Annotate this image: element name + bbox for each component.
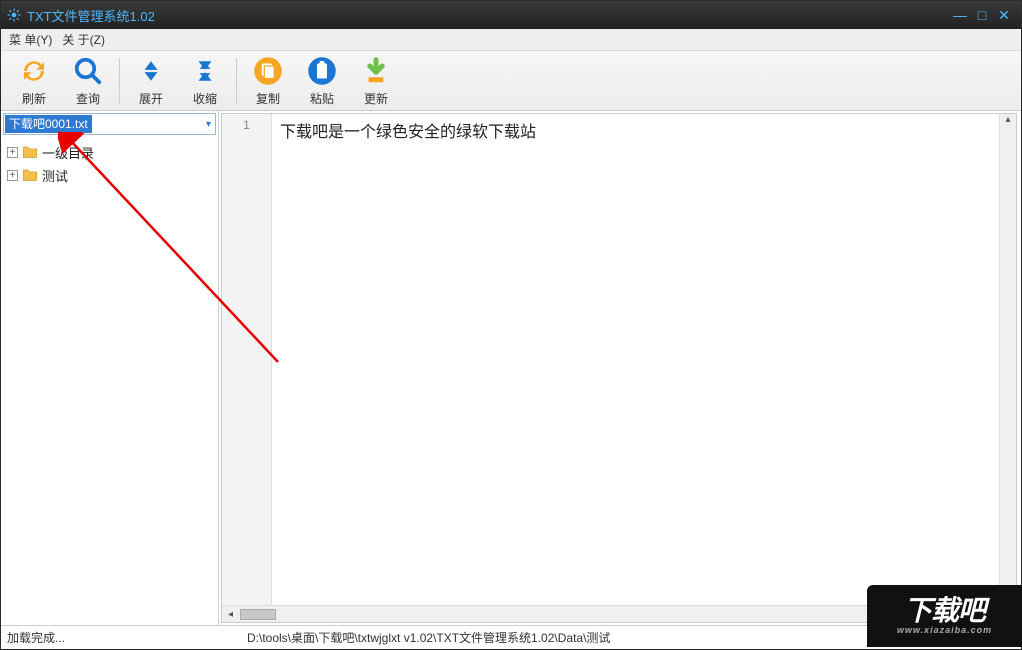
update-label: 更新 [364,90,388,107]
text-editor[interactable]: 1 下载吧是一个绿色安全的绿软下载站 ▴ ▾ ◂ [221,113,1017,623]
toolbar-separator [119,58,120,104]
app-window: TXT文件管理系统1.02 — □ ✕ 菜 单(Y) 关 于(Z) 刷新 查询 [0,0,1022,650]
file-combo[interactable]: 下载吧0001.txt ▾ [3,113,216,135]
toolbar-separator [236,58,237,104]
status-path: D:\tools\桌面\下载吧\txtwjglxt v1.02\TXT文件管理系… [241,629,1021,646]
chevron-down-icon: ▾ [206,119,211,130]
search-icon [71,54,105,88]
folder-icon [22,144,38,161]
refresh-label: 刷新 [22,90,46,107]
collapse-label: 收缩 [193,90,217,107]
expand-label: 展开 [139,90,163,107]
folder-icon [22,167,38,184]
menu-file[interactable]: 菜 单(Y) [9,31,52,48]
file-combo-selected: 下载吧0001.txt [5,115,92,133]
scroll-thumb[interactable] [240,609,276,620]
editor-content[interactable]: 下载吧是一个绿色安全的绿软下载站 [272,114,1016,622]
vertical-scrollbar[interactable]: ▴ ▾ [999,114,1016,604]
scroll-up-icon[interactable]: ▴ [1005,114,1010,125]
toolbar: 刷新 查询 展开 收缩 复制 [1,51,1021,111]
line-gutter: 1 [222,114,272,622]
search-button[interactable]: 查询 [61,53,115,109]
app-icon [7,8,21,22]
refresh-button[interactable]: 刷新 [7,53,61,109]
window-title: TXT文件管理系统1.02 [27,6,155,25]
folder-tree: + 一级目录 + 测试 [1,137,218,625]
refresh-icon [17,54,51,88]
update-button[interactable]: 更新 [349,53,403,109]
expand-toggle-icon[interactable]: + [7,170,18,181]
copy-icon [251,54,285,88]
editor-wrap: 1 下载吧是一个绿色安全的绿软下载站 ▴ ▾ ◂ [219,111,1021,625]
paste-button[interactable]: 粘贴 [295,53,349,109]
tree-item-label: 一级目录 [42,143,94,162]
titlebar: TXT文件管理系统1.02 — □ ✕ [1,1,1021,29]
expand-button[interactable]: 展开 [124,53,178,109]
tree-item-label: 测试 [42,166,68,185]
statusbar: 加载完成... D:\tools\桌面\下载吧\txtwjglxt v1.02\… [1,625,1021,649]
expand-toggle-icon[interactable]: + [7,147,18,158]
status-message: 加载完成... [1,629,241,646]
horizontal-scrollbar[interactable]: ◂ [222,605,999,622]
expand-icon [134,54,168,88]
maximize-button[interactable]: □ [971,6,993,24]
paste-icon [305,54,339,88]
search-label: 查询 [76,90,100,107]
scroll-down-icon[interactable]: ▾ [1005,593,1010,604]
tree-item[interactable]: + 测试 [3,164,216,187]
paste-label: 粘贴 [310,90,334,107]
menubar: 菜 单(Y) 关 于(Z) [1,29,1021,51]
line-number: 1 [222,118,271,132]
collapse-button[interactable]: 收缩 [178,53,232,109]
collapse-icon [188,54,222,88]
sidebar: 下载吧0001.txt ▾ + 一级目录 + 测试 [1,111,219,625]
menu-about[interactable]: 关 于(Z) [62,31,105,48]
editor-text: 下载吧是一个绿色安全的绿软下载站 [280,124,536,141]
close-button[interactable]: ✕ [993,6,1015,24]
update-icon [359,54,393,88]
copy-button[interactable]: 复制 [241,53,295,109]
copy-label: 复制 [256,90,280,107]
minimize-button[interactable]: — [949,6,971,24]
tree-item[interactable]: + 一级目录 [3,141,216,164]
scroll-left-icon[interactable]: ◂ [222,609,239,620]
body-area: 下载吧0001.txt ▾ + 一级目录 + 测试 [1,111,1021,625]
